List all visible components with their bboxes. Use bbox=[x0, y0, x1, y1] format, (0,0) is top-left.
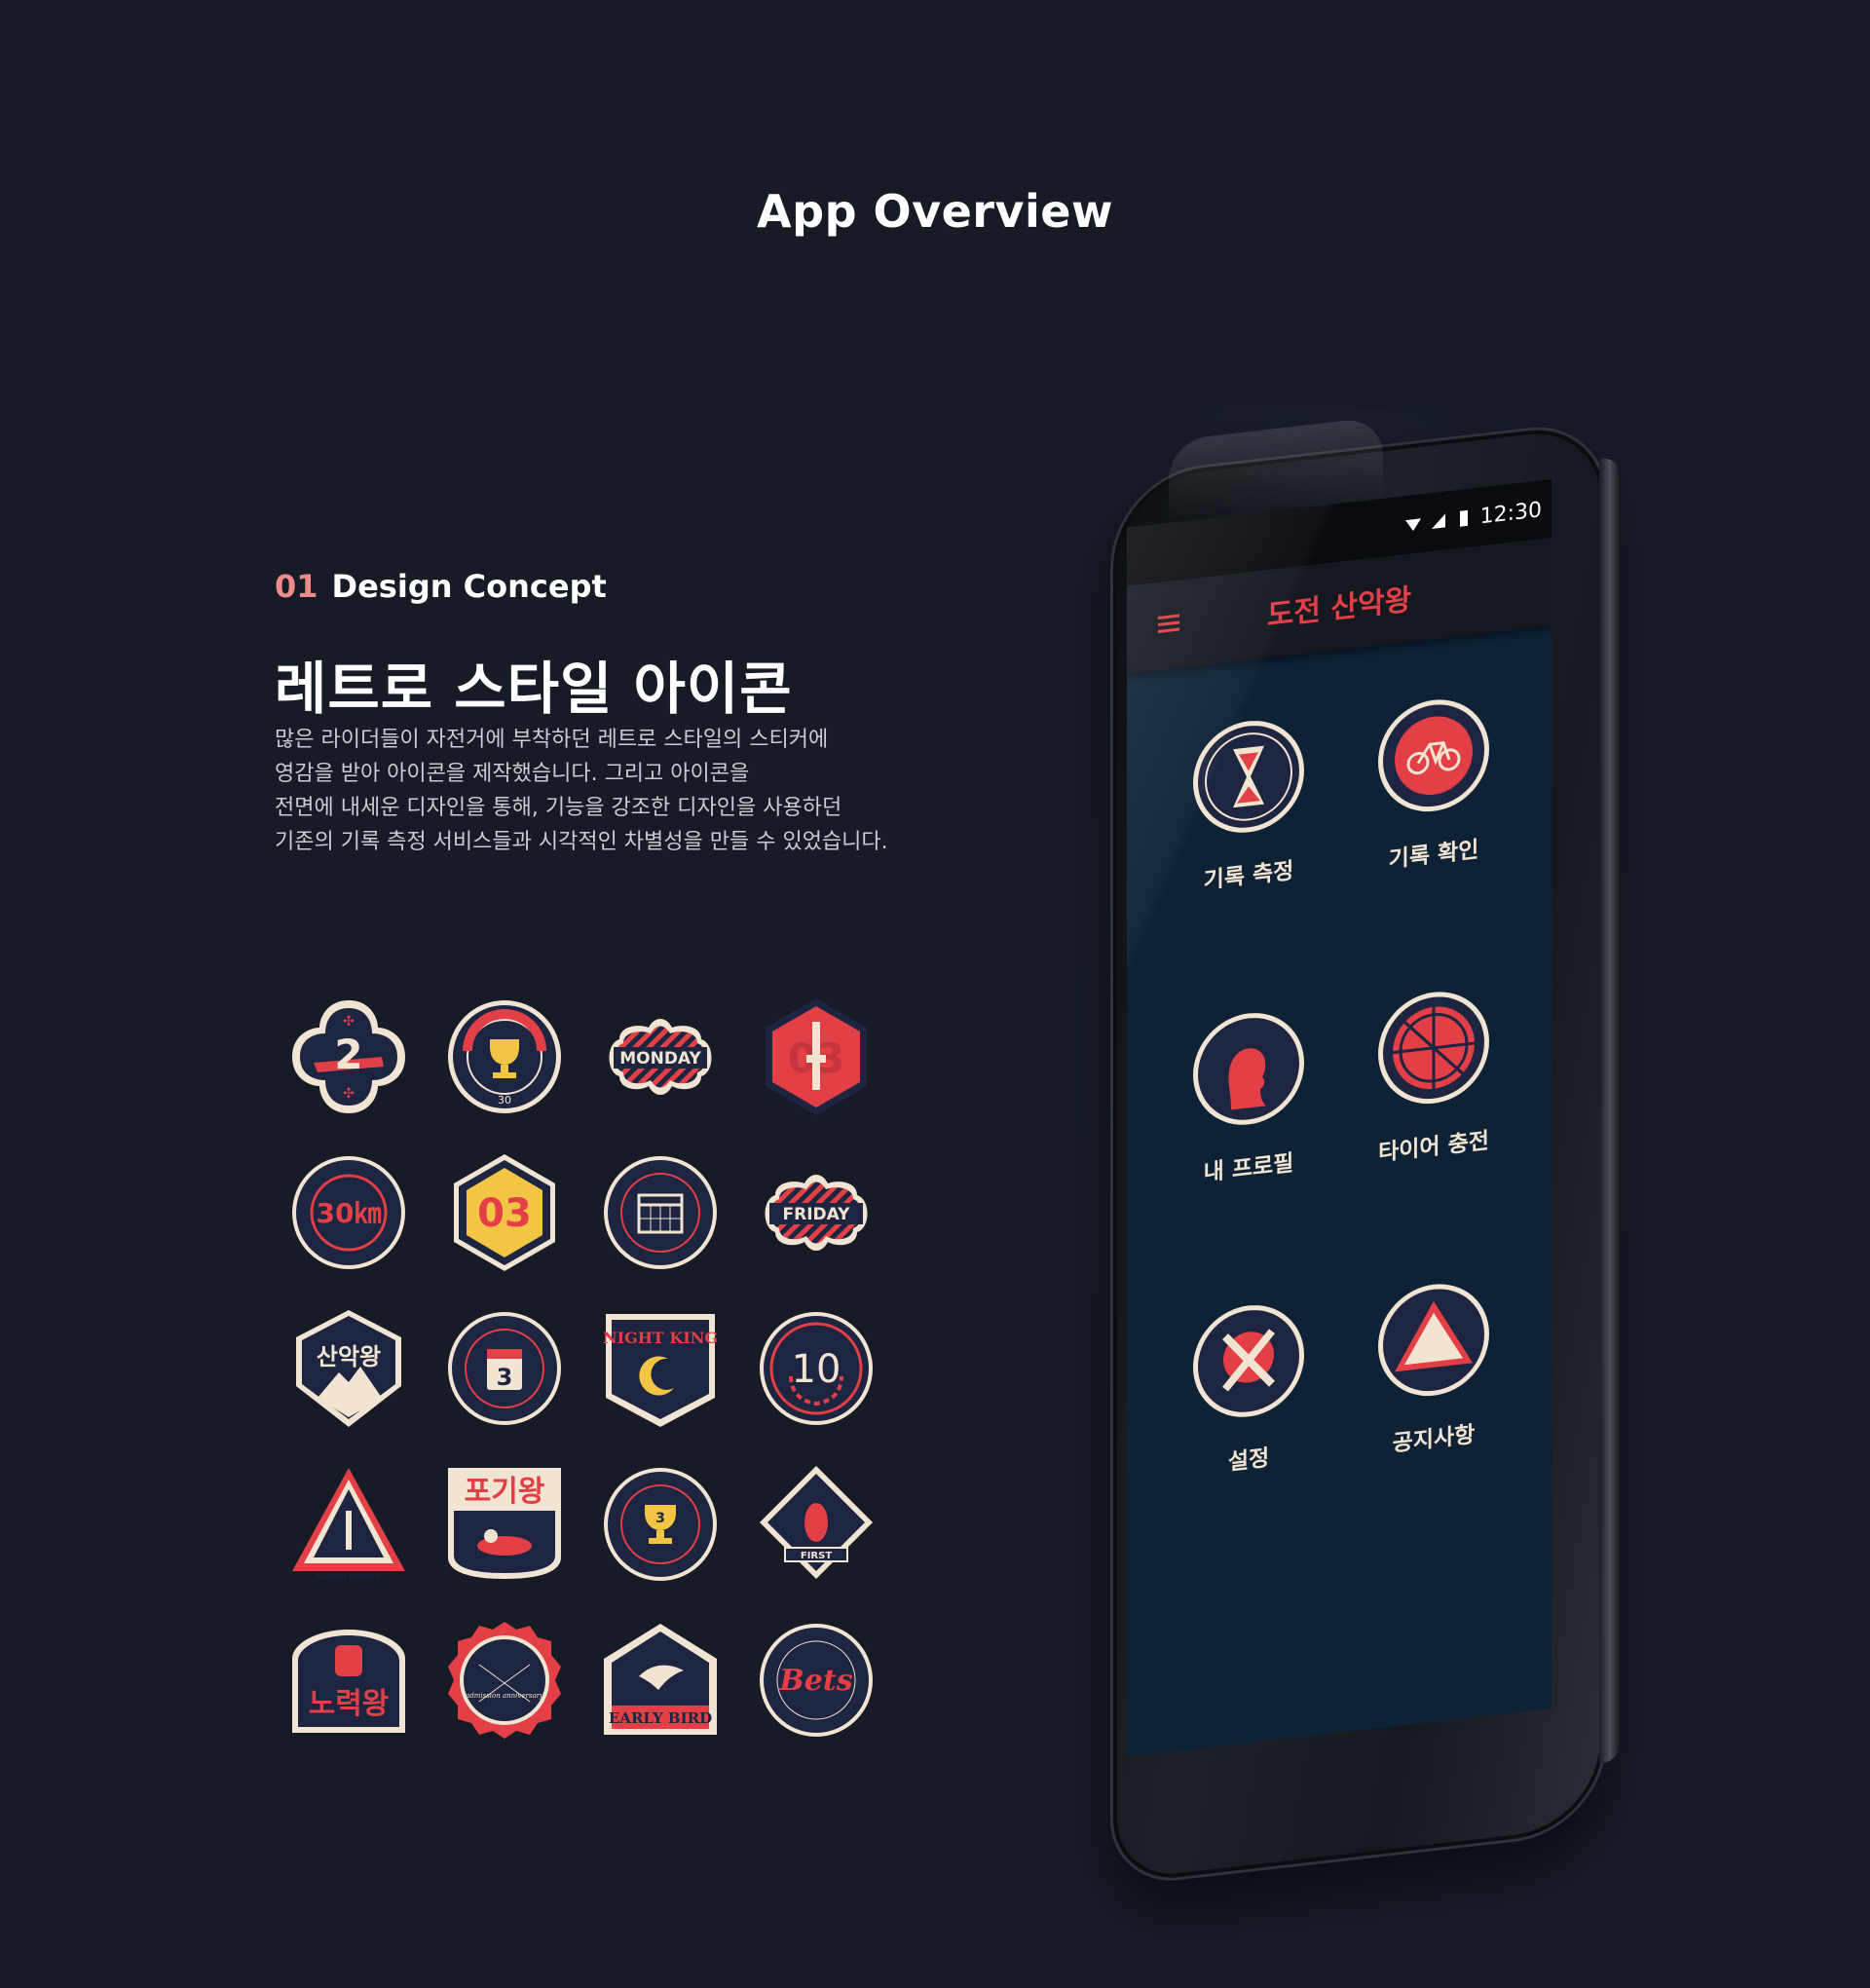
badge-admission-anniversary: admission anniversary bbox=[427, 1602, 582, 1758]
badge-challenge-mountain: 산악왕 bbox=[271, 1291, 427, 1446]
badge-effort-king: 노력왕 bbox=[271, 1602, 427, 1758]
menu-label: 공지사항 bbox=[1392, 1421, 1476, 1457]
badge-calendar-3: 3 bbox=[427, 1291, 582, 1446]
badge-king-of-mountain-30: 30 bbox=[427, 979, 582, 1135]
svg-text:✣: ✣ bbox=[343, 1086, 355, 1102]
badge-tower-03: 03 bbox=[738, 979, 894, 1135]
svg-text:✣: ✣ bbox=[343, 1014, 355, 1030]
section-number: 01 bbox=[275, 568, 318, 605]
badge-text: 노력왕 bbox=[309, 1687, 390, 1721]
settings-icon bbox=[1193, 1305, 1304, 1417]
badge-monday: MONDAY bbox=[582, 979, 738, 1135]
signal-icon bbox=[1431, 513, 1445, 530]
badge-text: 3 bbox=[655, 1511, 665, 1526]
wifi-icon bbox=[1404, 518, 1421, 532]
badge-yellow-03: 03 bbox=[427, 1135, 582, 1291]
menu-label: 설정 bbox=[1227, 1445, 1270, 1476]
menu-label: 내 프로필 bbox=[1203, 1150, 1294, 1186]
badge-grid: 2 ✣ ✣ 30 MONDAY 30㎞ 03 FRIDAY 산악왕 3 NIGH… bbox=[271, 979, 894, 1758]
badge-text: MONDAY bbox=[619, 1049, 701, 1069]
badge-quatrefoil-2: 2 ✣ ✣ bbox=[271, 979, 427, 1135]
description-line: 전면에 내세운 디자인을 통해, 기능을 강조한 디자인을 사용하던 bbox=[275, 796, 842, 820]
badge-text: EARLY BIRD bbox=[609, 1709, 712, 1727]
menu-label: 타이어 충전 bbox=[1378, 1128, 1489, 1167]
badge-trophy-3: 3 bbox=[582, 1446, 738, 1602]
badge-text: 30㎞ bbox=[317, 1197, 382, 1229]
menu-item-settings[interactable]: 설정 bbox=[1156, 1293, 1341, 1606]
badge-text: 산악왕 bbox=[317, 1343, 381, 1370]
badge-laurel-10: 10 bbox=[738, 1291, 894, 1446]
badge-calendar bbox=[582, 1135, 738, 1291]
section-name: Design Concept bbox=[331, 568, 607, 605]
hourglass-icon bbox=[1193, 721, 1304, 833]
badge-thank-you-bets: Bets bbox=[738, 1602, 894, 1758]
badge-text: 포기왕 bbox=[465, 1475, 545, 1509]
bicycle-icon bbox=[1378, 699, 1489, 812]
badge-text: 10 bbox=[792, 1347, 842, 1392]
description-line: 영감을 받아 아이콘을 제작했습니다. 그리고 아이콘을 bbox=[275, 762, 750, 786]
description-line: 기존의 기록 측정 서비스들과 시각적인 차별성을 만들 수 있었습니다. bbox=[275, 830, 888, 854]
badge-text: 2 bbox=[334, 1031, 362, 1078]
menu-item-profile[interactable]: 내 프로필 bbox=[1156, 1000, 1341, 1314]
badge-friday: FRIDAY bbox=[738, 1135, 894, 1291]
badge-30-km: 30㎞ bbox=[271, 1135, 427, 1291]
notice-icon bbox=[1378, 1284, 1489, 1397]
phone-edge bbox=[1599, 456, 1621, 1764]
menu-grid: 기록 측정 기록 확인 내 프로필 타이어 충전 설정 공지사항 bbox=[1156, 687, 1526, 1605]
badge-early-bird: EARLY BIRD bbox=[582, 1602, 738, 1758]
badge-text: 03 bbox=[477, 1191, 532, 1236]
badge-text: NAMSAN BREAKER bbox=[317, 1573, 381, 1581]
concept-heading: 레트로 스타일 아이콘 bbox=[275, 656, 793, 722]
menu-label: 기록 측정 bbox=[1203, 858, 1294, 894]
tire-icon bbox=[1378, 992, 1489, 1105]
badge-text: admission anniversary bbox=[466, 1692, 544, 1700]
badge-text: 3 bbox=[497, 1364, 513, 1391]
badge-text: 30 bbox=[498, 1094, 511, 1107]
page-title: App Overview bbox=[757, 185, 1113, 238]
profile-icon bbox=[1193, 1013, 1304, 1125]
menu-label: 기록 확인 bbox=[1388, 837, 1479, 874]
menu-item-notice[interactable]: 공지사항 bbox=[1341, 1271, 1526, 1585]
phone-screen: 12:30 도전 산악왕 기록 측정 기록 확인 내 프로필 타이어 충전 설정… bbox=[1127, 479, 1552, 1757]
badge-text: FIRST bbox=[801, 1551, 832, 1561]
badge-night-king: NIGHT KING bbox=[582, 1291, 738, 1446]
status-time: 12:30 bbox=[1479, 497, 1542, 529]
badge-namsan-breaker: NAMSAN BREAKER bbox=[271, 1446, 427, 1602]
section-label: 01 Design Concept bbox=[275, 568, 607, 605]
menu-item-tire[interactable]: 타이어 충전 bbox=[1341, 979, 1526, 1293]
battery-icon bbox=[1459, 509, 1468, 527]
badge-text: FRIDAY bbox=[783, 1205, 851, 1224]
menu-item-history[interactable]: 기록 확인 bbox=[1341, 687, 1526, 1000]
badge-text: NIGHT KING bbox=[603, 1329, 718, 1347]
phone-mockup: 12:30 도전 산악왕 기록 측정 기록 확인 내 프로필 타이어 충전 설정… bbox=[1062, 409, 1646, 1889]
badge-text: Bets bbox=[778, 1664, 852, 1698]
menu-item-record[interactable]: 기록 측정 bbox=[1156, 708, 1341, 1022]
badge-footprint-first: FIRST bbox=[738, 1446, 894, 1602]
concept-description: 많은 라이더들이 자전거에 부착하던 레트로 스타일의 스티커에 영감을 받아 … bbox=[275, 723, 956, 859]
badge-give-up-king: 포기왕 bbox=[427, 1446, 582, 1602]
description-line: 많은 라이더들이 자전거에 부착하던 레트로 스타일의 스티커에 bbox=[275, 728, 829, 752]
